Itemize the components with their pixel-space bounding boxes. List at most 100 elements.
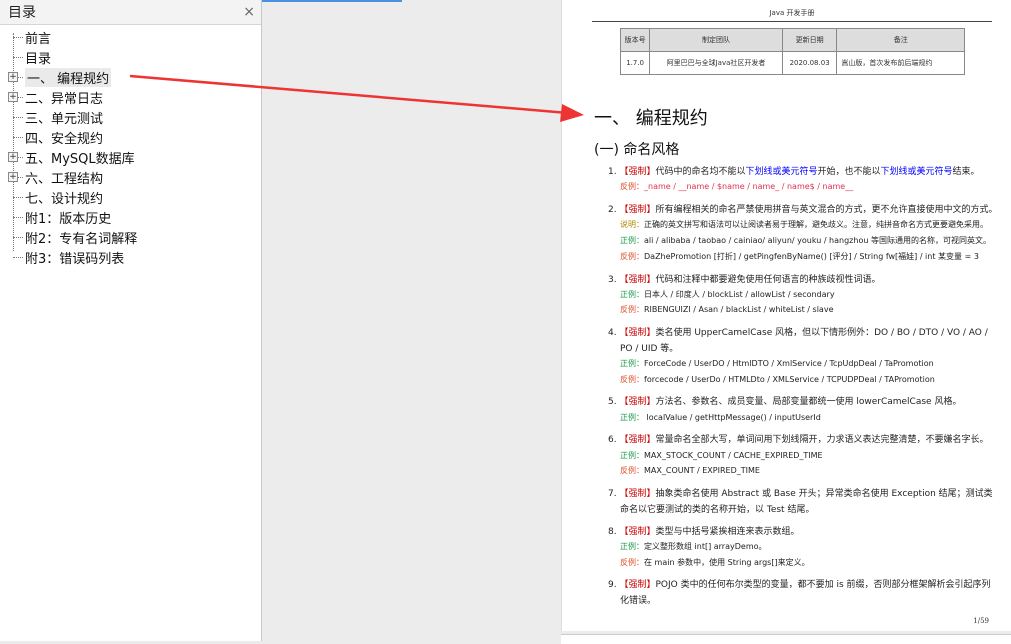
toc-panel: 目录 × 前言 目录 + 一、 编程规约 + 二、异常日志 三、单元测试 四、安全规约 + 五、M… — [0, 0, 262, 641]
rule-number: 9. — [608, 580, 617, 590]
example-line: 反例：MAX_COUNT / EXPIRED_TIME — [620, 464, 760, 478]
example-line: 正例：ForceCode / UserDO / HtmlDTO / XmlSer… — [620, 357, 934, 371]
toc-tree: 前言目录 + 一、 编程规约 + 二、异常日志三、单元测试 四、安全规约 + 五、MySQL数… — [0, 25, 261, 267]
toc-item[interactable]: 附1：版本历史 — [0, 207, 261, 227]
rule-item: 6. 【强制】常量命名全部大写，单词间用下划线隔开，力求语义表达完整清楚，不要嫌… — [608, 433, 989, 447]
example-text: MAX_COUNT / EXPIRED_TIME — [644, 466, 760, 475]
example-text: 正确的英文拼写和语法可以让阅读者易于理解，避免歧义。注意，纯拼音命名方式更要避免… — [644, 220, 988, 229]
toc-item[interactable]: 七、设计规约 — [0, 187, 261, 207]
toc-item[interactable]: + 六、工程结构 — [0, 167, 261, 187]
rule-item: 5. 【强制】方法名、参数名、成员变量、局部变量都统一使用 lowerCamel… — [608, 395, 961, 409]
rule-number: 4. — [608, 328, 617, 338]
force-tag: 【强制】 — [619, 328, 656, 338]
example-line: 反例：在 main 参数中，使用 String args[]来定义。 — [620, 556, 810, 570]
example-line: 说明：正确的英文拼写和语法可以让阅读者易于理解，避免歧义。注意，纯拼音命名方式更… — [620, 218, 988, 232]
example-line: 正例： localValue / getHttpMessage() / inpu… — [620, 411, 821, 425]
toc-item[interactable]: + 一、 编程规约 — [0, 67, 261, 87]
example-text: localValue / getHttpMessage() / inputUse… — [644, 413, 821, 422]
force-tag: 【强制】 — [619, 397, 656, 407]
toc-item[interactable]: 目录 — [0, 47, 261, 67]
rule-item: 7. 【强制】抽象类命名使用 Abstract 或 Base 开头；异常类命名使… — [608, 487, 993, 501]
table-cell: 嵩山版，首次发布前后端规约 — [836, 51, 965, 75]
toc-item[interactable]: 前言 — [0, 27, 261, 47]
example-label: 反例： — [620, 182, 644, 191]
rule-item: 1. 【强制】代码中的命名均不能以下划线或美元符号开始，也不能以下划线或美元符号… — [608, 165, 980, 179]
example-text: ForceCode / UserDO / HtmlDTO / XmlServic… — [644, 359, 934, 368]
example-text: 定义整形数组 int[] arrayDemo。 — [644, 542, 767, 551]
example-text: forcecode / UserDo / HTMLDto / XMLServic… — [644, 375, 935, 384]
toc-item-label: 附2：专有名词解释 — [25, 231, 138, 247]
example-text: 在 main 参数中，使用 String args[]来定义。 — [644, 558, 810, 567]
example-label: 正例： — [620, 542, 644, 551]
rule-continuation: 命名以它要测试的类的名称开始，以 Test 结尾。 — [620, 505, 815, 515]
rule-number: 7. — [608, 489, 617, 499]
toc-item-label: 目录 — [25, 51, 52, 67]
close-icon[interactable]: × — [243, 4, 255, 20]
expand-icon[interactable]: + — [8, 172, 18, 182]
rule-number: 8. — [608, 527, 617, 537]
table-header: 备注 — [836, 28, 965, 52]
example-text: ali / alibaba / taobao / cainiao/ aliyun… — [644, 236, 991, 245]
toc-item[interactable]: 附2：专有名词解释 — [0, 227, 261, 247]
force-tag: 【强制】 — [619, 580, 656, 590]
example-label: 说明： — [620, 220, 644, 229]
force-tag: 【强制】 — [619, 489, 656, 499]
example-line: 反例：RIBENGUIZI / Asan / blackList / white… — [620, 303, 833, 317]
toc-item[interactable]: 四、安全规约 — [0, 127, 261, 147]
section-heading: (一) 命名风格 — [594, 142, 680, 158]
page-header: Java 开发手册 — [592, 8, 992, 22]
example-line: 反例：forcecode / UserDo / HTMLDto / XMLSer… — [620, 373, 935, 387]
rule-text: 代码中的命名均不能以 — [655, 167, 746, 177]
rule-continuation: 化错误。 — [620, 596, 657, 606]
rule-text: 类型与中括号紧挨相连来表示数组。 — [655, 527, 800, 537]
example-line: 正例：定义整形数组 int[] arrayDemo。 — [620, 540, 767, 554]
highlight: 下划线或美元符号 — [745, 167, 818, 177]
example-line: 正例：MAX_STOCK_COUNT / CACHE_EXPIRED_TIME — [620, 449, 823, 463]
rule-text: 代码和注释中都要避免使用任何语言的种族歧视性词语。 — [655, 275, 881, 285]
table-cell: 1.7.0 — [619, 51, 651, 75]
example-label: 反例： — [620, 558, 644, 567]
rule-item: 3. 【强制】代码和注释中都要避免使用任何语言的种族歧视性词语。 — [608, 273, 881, 287]
rule-text: 抽象类命名使用 Abstract 或 Base 开头；异常类命名使用 Excep… — [655, 489, 993, 499]
example-line: 反例：_name / __name / $name / name_ / name… — [620, 180, 853, 194]
toc-item[interactable]: + 五、MySQL数据库 — [0, 147, 261, 167]
force-tag: 【强制】 — [619, 435, 656, 445]
rule-continuation: PO / UID 等。 — [620, 344, 679, 354]
toc-item[interactable]: + 二、异常日志 — [0, 87, 261, 107]
table-cell: 阿里巴巴与全球Java社区开发者 — [649, 51, 783, 75]
rule-number: 2. — [608, 205, 617, 215]
force-tag: 【强制】 — [619, 167, 656, 177]
toc-item-label: 附3：错误码列表 — [25, 251, 125, 267]
example-label: 正例： — [620, 359, 644, 368]
next-page — [561, 634, 1011, 644]
example-label: 反例： — [620, 252, 644, 261]
expand-icon[interactable]: + — [8, 92, 18, 102]
force-tag: 【强制】 — [619, 205, 656, 215]
toc-item-label: 前言 — [25, 31, 52, 47]
toc-item-label: 一、 编程规约 — [25, 67, 112, 87]
rule-text: 所有编程相关的命名严禁使用拼音与英文混合的方式，更不允许直接使用中文的方式。 — [655, 205, 998, 215]
table-header: 更新日期 — [781, 28, 838, 52]
rule-text: 类名使用 UpperCamelCase 风格，但以下情形例外：DO / BO /… — [655, 328, 988, 338]
example-text: MAX_STOCK_COUNT / CACHE_EXPIRED_TIME — [644, 451, 823, 460]
rule-text: 开始，也不能以 — [817, 167, 881, 177]
example-line: 正例：日本人 / 印度人 / blockList / allowList / s… — [620, 288, 835, 302]
rule-item: 4. 【强制】类名使用 UpperCamelCase 风格，但以下情形例外：DO… — [608, 326, 988, 340]
toc-title: 目录 — [8, 5, 36, 21]
version-table: 版本号 制定团队 更新日期 备注 1.7.0 阿里巴巴与全球Java社区开发者 2020.… — [619, 28, 965, 75]
toc-item-label: 附1：版本历史 — [25, 211, 112, 227]
example-line: 反例：DaZhePromotion [打折] / getPingfenByNam… — [620, 250, 979, 264]
example-label: 正例： — [620, 451, 644, 460]
expand-icon[interactable]: + — [8, 72, 18, 82]
toc-item[interactable]: 附3：错误码列表 — [0, 247, 261, 267]
toc-item-label: 五、MySQL数据库 — [25, 151, 135, 167]
toc-item-label: 三、单元测试 — [25, 111, 104, 127]
rule-item: 2. 【强制】所有编程相关的命名严禁使用拼音与英文混合的方式，更不允许直接使用中… — [608, 203, 998, 217]
table-cell: 2020.08.03 — [781, 51, 838, 75]
example-text: RIBENGUIZI / Asan / blackList / whiteLis… — [644, 305, 834, 314]
toc-header: 目录 × — [0, 0, 261, 25]
toc-item-label: 七、设计规约 — [25, 191, 104, 207]
toc-item[interactable]: 三、单元测试 — [0, 107, 261, 127]
rule-text: POJO 类中的任何布尔类型的变量，都不要加 is 前缀，否则部分框架解析会引起… — [655, 580, 991, 590]
expand-icon[interactable]: + — [8, 152, 18, 162]
